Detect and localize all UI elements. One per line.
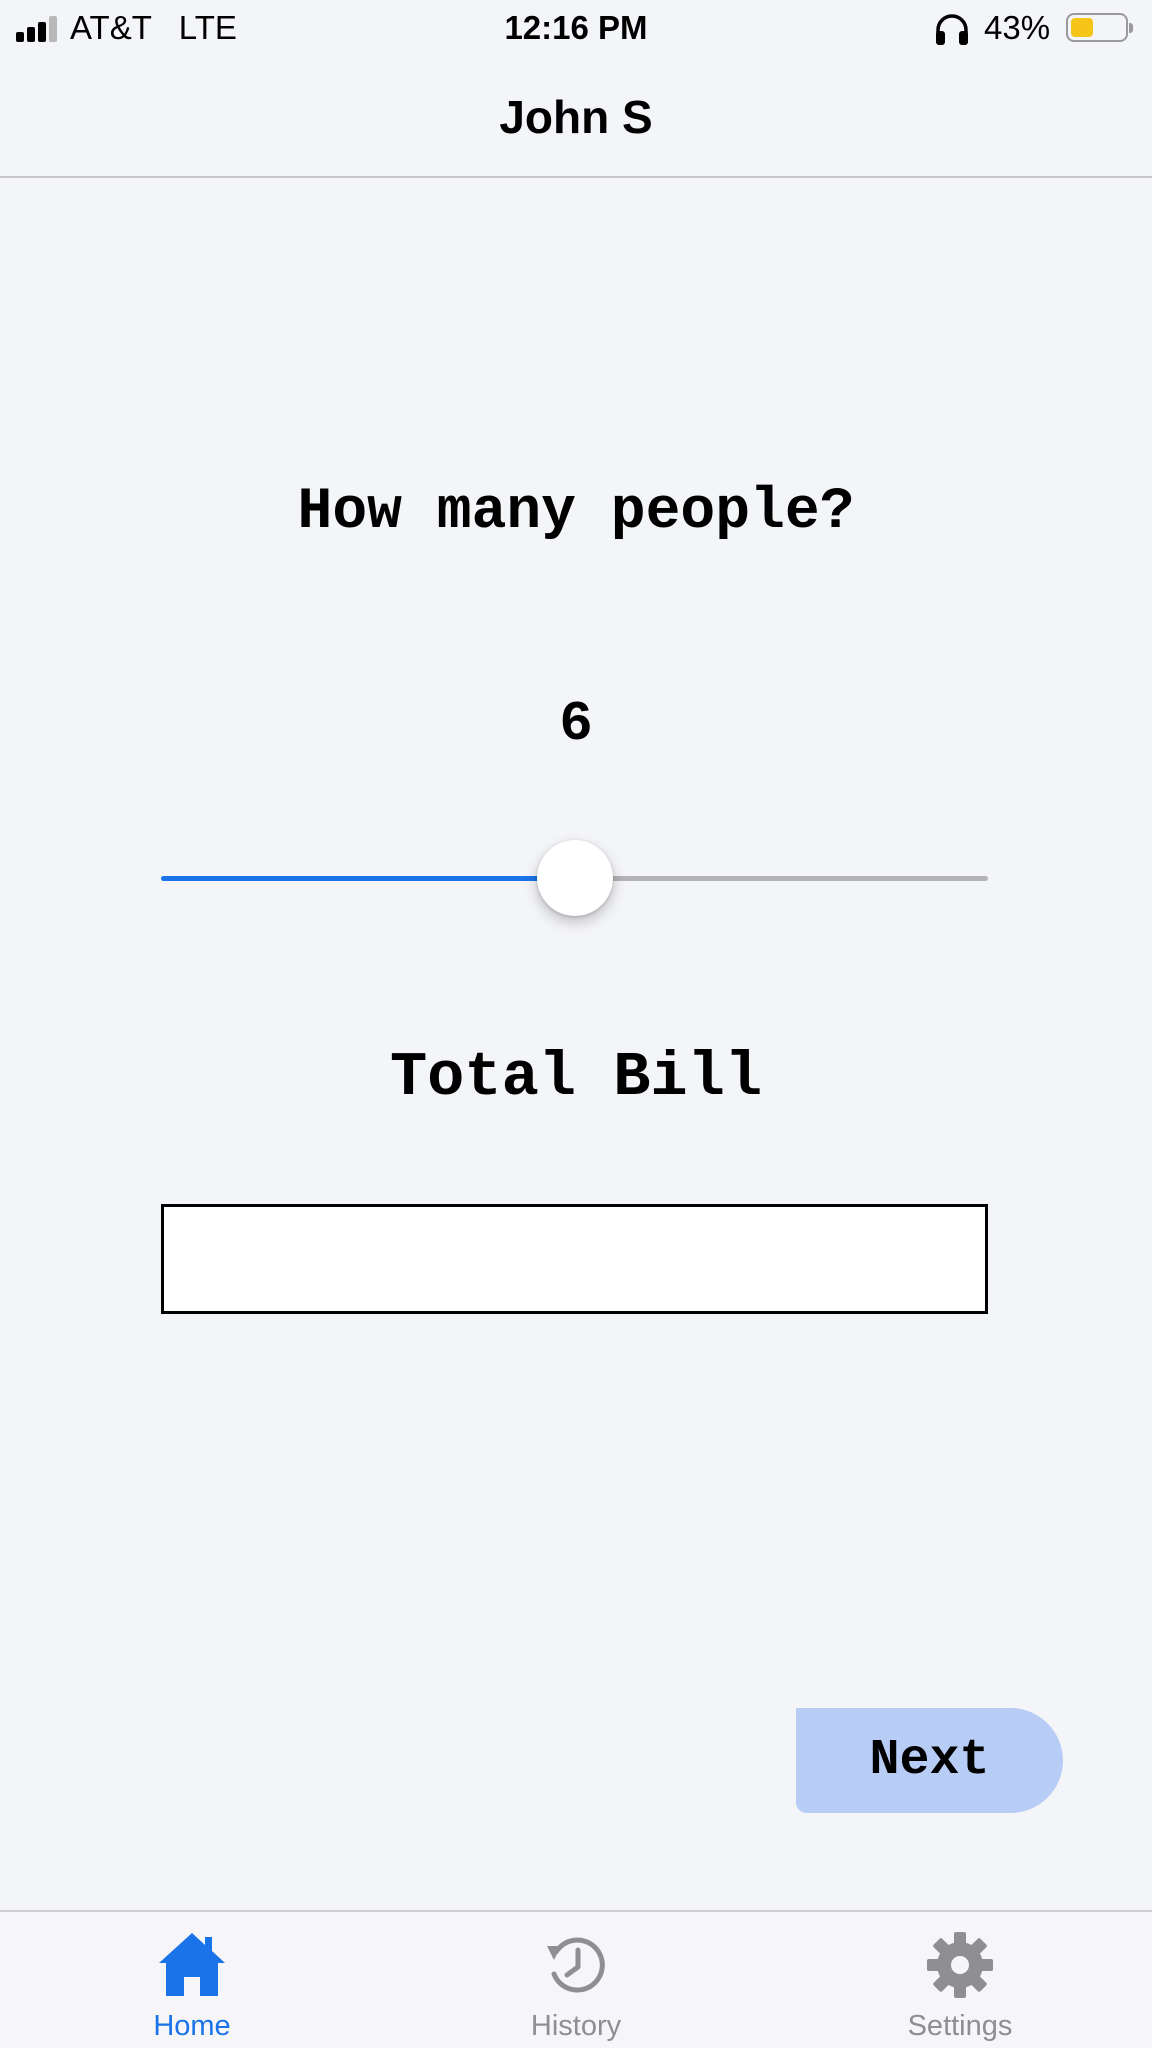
tab-bar: Home History Settings (0, 1910, 1152, 2048)
status-time: 12:16 PM (504, 9, 648, 46)
total-bill-input[interactable] (161, 1204, 988, 1314)
headphones-icon (936, 14, 968, 45)
people-question-label: How many people? (297, 480, 855, 545)
battery-percent: 43% (984, 9, 1051, 46)
tab-history[interactable]: History (384, 1912, 768, 2048)
tab-label: History (530, 2010, 622, 2042)
total-bill-label: Total Bill (389, 1042, 763, 1113)
settings-icon (927, 1932, 993, 1998)
tab-home[interactable]: Home (0, 1912, 384, 2048)
people-count-value: 6 (559, 692, 593, 756)
slider-fill (161, 876, 575, 881)
home-icon (159, 1933, 225, 1996)
tab-label: Settings (907, 2010, 1013, 2042)
people-slider[interactable] (161, 838, 988, 918)
battery-icon (1066, 13, 1133, 42)
history-icon (547, 1937, 605, 1993)
next-button[interactable]: Next (796, 1708, 1063, 1813)
tab-settings[interactable]: Settings (768, 1912, 1152, 2048)
header-divider (0, 176, 1152, 178)
battery-fill (1071, 18, 1094, 37)
page-title: John S (499, 91, 653, 143)
tab-label: Home (153, 2010, 231, 2042)
slider-thumb[interactable] (536, 840, 613, 916)
status-bar: AT&T LTE 12:16 PM 43% (0, 0, 1152, 58)
